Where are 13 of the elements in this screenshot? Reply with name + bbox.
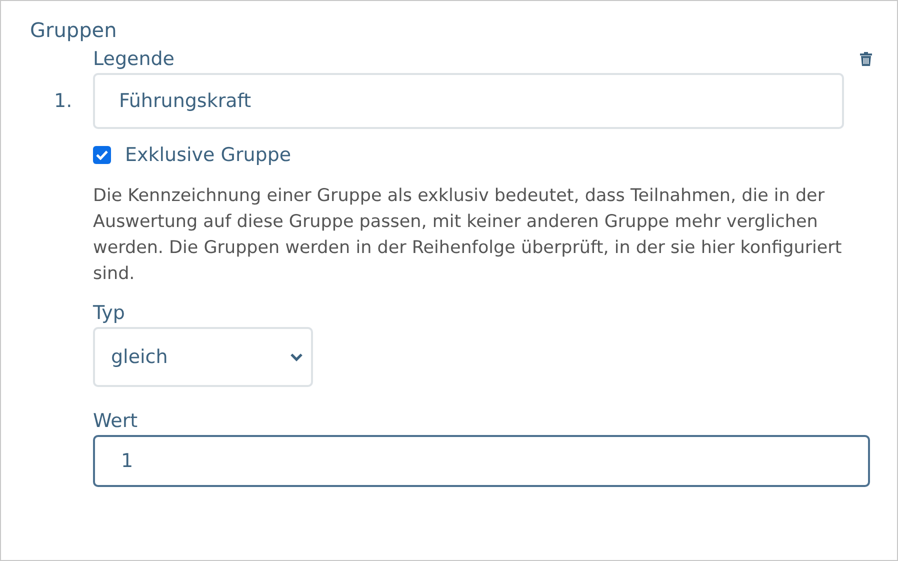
help-text: Die Kennzeichnung einer Gruppe als exklusiv bedeutet, dass Teilnahmen, die in der Auswertung auf diese Gruppe passen, mit keiner anderen Gruppe mehr verglichen werden. Die Gruppen werden in der Reihenfolge überprüft, in der sie hier konfiguriert sind.: [93, 185, 843, 286]
checkbox[interactable]: [93, 146, 111, 164]
value-field[interactable]: 1: [93, 435, 870, 487]
field-label: Typ: [93, 301, 126, 326]
trash-icon[interactable]: [859, 51, 873, 67]
group-number: 1.: [53, 90, 72, 112]
section-title: Gruppen: [30, 17, 118, 44]
field-label: Wert: [93, 409, 139, 434]
checkbox-label: Exklusive Gruppe: [125, 143, 292, 168]
chevron-down-icon: [290, 352, 303, 362]
type-select[interactable]: gleich: [93, 327, 313, 387]
field-label: Legende: [93, 47, 174, 72]
legend-field[interactable]: Führungskraft: [93, 73, 844, 129]
